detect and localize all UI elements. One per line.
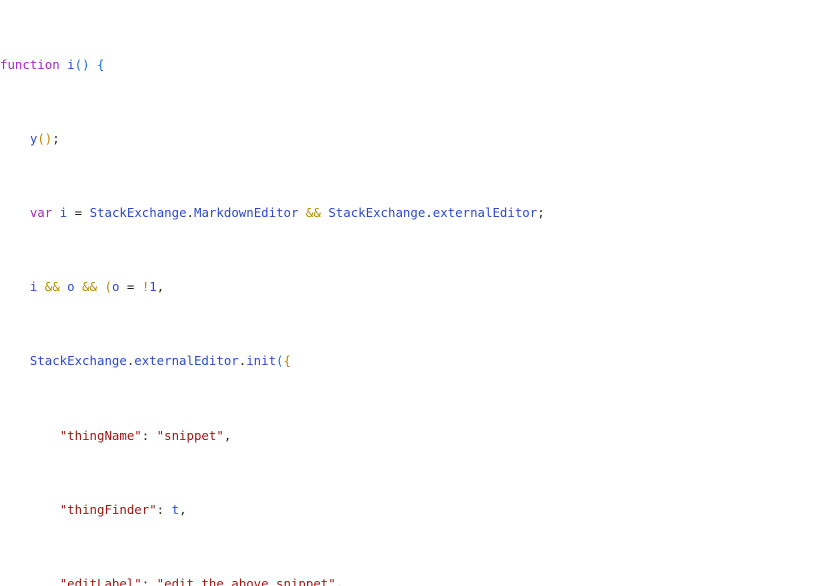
code-lines-container: function i() { y(); var i = StackExchang… (0, 0, 838, 586)
code-line[interactable]: "thingName": "snippet", (0, 427, 838, 446)
code-editor-viewport[interactable]: function i() { y(); var i = StackExchang… (0, 0, 838, 586)
code-line[interactable]: function i() { (0, 56, 838, 75)
code-line[interactable]: StackExchange.externalEditor.init({ (0, 352, 838, 371)
code-line[interactable]: y(); (0, 130, 838, 149)
code-line[interactable]: "editLabel": "edit the above snippet", (0, 575, 838, 586)
code-line[interactable]: var i = StackExchange.MarkdownEditor && … (0, 204, 838, 223)
code-line[interactable]: i && o && (o = !1, (0, 278, 838, 297)
code-line[interactable]: "thingFinder": t, (0, 501, 838, 520)
